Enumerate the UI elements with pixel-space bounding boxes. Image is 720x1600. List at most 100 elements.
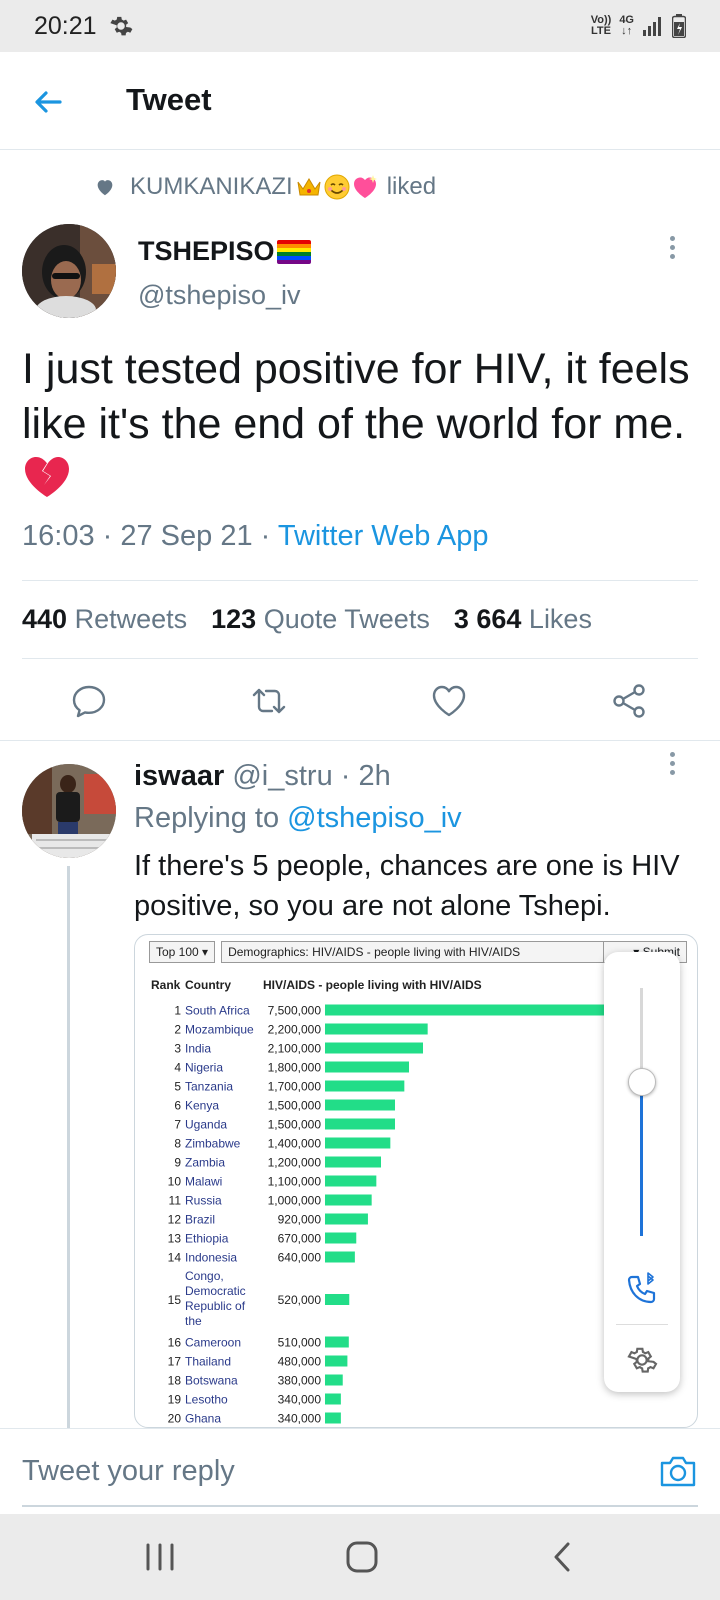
value-label: 520,000	[278, 1293, 322, 1307]
status-time: 20:21	[34, 12, 97, 40]
volume-panel	[604, 952, 680, 1392]
author-handle[interactable]: @tshepiso_iv	[138, 280, 301, 311]
reply-input[interactable]	[22, 1451, 622, 1491]
back-arrow-icon[interactable]	[28, 82, 68, 122]
reply-header[interactable]: iswaar @i_stru · 2h	[134, 760, 391, 793]
rainbow-flag-icon	[276, 239, 311, 264]
replying-mention-link[interactable]: @tshepiso_iv	[287, 802, 462, 834]
country-label: South Africa	[185, 1004, 250, 1018]
country-label: Mozambique	[185, 1023, 254, 1037]
rank-label: 13	[168, 1232, 182, 1246]
rank-label: 11	[169, 1194, 182, 1208]
value-label: 380,000	[278, 1374, 322, 1388]
likes-stat[interactable]: 3 664 Likes	[454, 604, 592, 635]
bar-18	[325, 1374, 343, 1386]
reply-author-avatar[interactable]	[22, 764, 116, 858]
rank-label: 10	[168, 1175, 182, 1189]
social-context[interactable]: KUMKANIKAZI liked	[94, 170, 436, 204]
avatar-photo	[22, 764, 116, 858]
reply-more-options-icon[interactable]	[666, 752, 678, 780]
bar-15	[325, 1294, 350, 1305]
retweet-icon[interactable]	[250, 682, 288, 720]
divider	[22, 580, 698, 581]
bar-8	[325, 1137, 391, 1149]
country-label: Ethiopia	[185, 1232, 229, 1246]
rank-label: 9	[174, 1156, 181, 1170]
liker-name: KUMKANIKAZI	[130, 173, 293, 200]
share-icon[interactable]	[610, 682, 648, 720]
tweet-text: I just tested positive for HIV, it feels…	[22, 342, 702, 507]
country-label: Thailand	[185, 1355, 231, 1369]
rank-label: 7	[174, 1118, 181, 1132]
rank-label: 17	[168, 1355, 182, 1369]
like-heart-icon[interactable]	[430, 682, 468, 720]
quotes-count: 123	[211, 604, 257, 634]
rank-label: 14	[168, 1251, 182, 1265]
bluetooth-call-volume-icon[interactable]	[626, 1272, 660, 1306]
tweet-timestamp: 16:03 · 27 Sep 21 · Twitter Web App	[22, 520, 488, 553]
rank-label: 19	[168, 1393, 182, 1407]
rank-label: 2	[174, 1023, 181, 1037]
rank-label: 4	[174, 1061, 181, 1075]
crown-emoji-icon	[297, 178, 321, 196]
value-label: 7,500,000	[268, 1004, 322, 1018]
likes-count: 3 664	[453, 604, 522, 634]
value-label: 1,000,000	[268, 1194, 322, 1208]
author-name-text: TSHEPISO	[138, 236, 275, 266]
rank-label: 1	[174, 1004, 181, 1018]
rank-label: 6	[174, 1099, 181, 1113]
column-header-value: HIV/AIDS - people living with HIV/AIDS	[263, 978, 482, 992]
avatar-photo	[22, 224, 116, 318]
value-label: 2,100,000	[268, 1042, 322, 1056]
rank-label: 15	[168, 1293, 182, 1307]
volume-fill	[640, 1082, 643, 1236]
column-header-rank: Rank	[151, 978, 181, 992]
network-type: 4G ↓↑	[619, 15, 634, 37]
reply-icon[interactable]	[70, 682, 108, 720]
bar-16	[325, 1336, 349, 1348]
bar-3	[325, 1042, 423, 1054]
smiling-face-emoji-icon	[324, 174, 350, 200]
value-label: 670,000	[278, 1232, 322, 1246]
country-label: Tanzania	[185, 1080, 233, 1094]
bar-4	[325, 1061, 409, 1073]
value-label: 920,000	[278, 1213, 322, 1227]
bar-10	[325, 1175, 377, 1187]
more-options-icon[interactable]	[666, 236, 678, 264]
bar-13	[325, 1232, 357, 1244]
thread-connector-line	[67, 866, 70, 1428]
bar-9	[325, 1156, 381, 1168]
value-label: 1,500,000	[268, 1118, 322, 1132]
bar-6	[325, 1099, 395, 1111]
author-name[interactable]: TSHEPISO	[138, 236, 311, 267]
recent-apps-icon[interactable]	[140, 1540, 180, 1574]
system-nav-bar	[0, 1514, 720, 1600]
quote-tweets-stat[interactable]: 123 Quote Tweets	[211, 604, 430, 635]
heart-icon	[97, 180, 113, 196]
replying-prefix: Replying to	[134, 802, 288, 834]
country-label: Congo,	[185, 1269, 224, 1283]
value-label: 2,200,000	[268, 1023, 322, 1037]
camera-icon[interactable]	[658, 1453, 698, 1489]
bar-5	[325, 1080, 405, 1092]
value-label: 1,800,000	[268, 1061, 322, 1075]
country-label: Russia	[185, 1194, 222, 1208]
value-label: 640,000	[278, 1251, 322, 1265]
author-avatar[interactable]	[22, 224, 116, 318]
country-label: Kenya	[185, 1099, 219, 1113]
value-label: 1,200,000	[268, 1156, 322, 1170]
volume-settings-gear-icon[interactable]	[626, 1344, 658, 1376]
quotes-label: Quote Tweets	[263, 604, 430, 634]
volume-slider-knob[interactable]	[628, 1068, 656, 1097]
country-label: Brazil	[185, 1213, 215, 1227]
home-icon[interactable]	[342, 1540, 382, 1574]
bar-20	[325, 1412, 341, 1424]
retweets-stat[interactable]: 440 Retweets	[22, 604, 187, 635]
country-label: Indonesia	[185, 1251, 237, 1265]
value-label: 1,400,000	[268, 1137, 322, 1151]
divider	[616, 1324, 668, 1325]
divider	[22, 658, 698, 659]
back-nav-icon[interactable]	[544, 1540, 584, 1574]
tweet-source-link[interactable]: Twitter Web App	[278, 520, 489, 552]
rank-label: 5	[174, 1080, 181, 1094]
